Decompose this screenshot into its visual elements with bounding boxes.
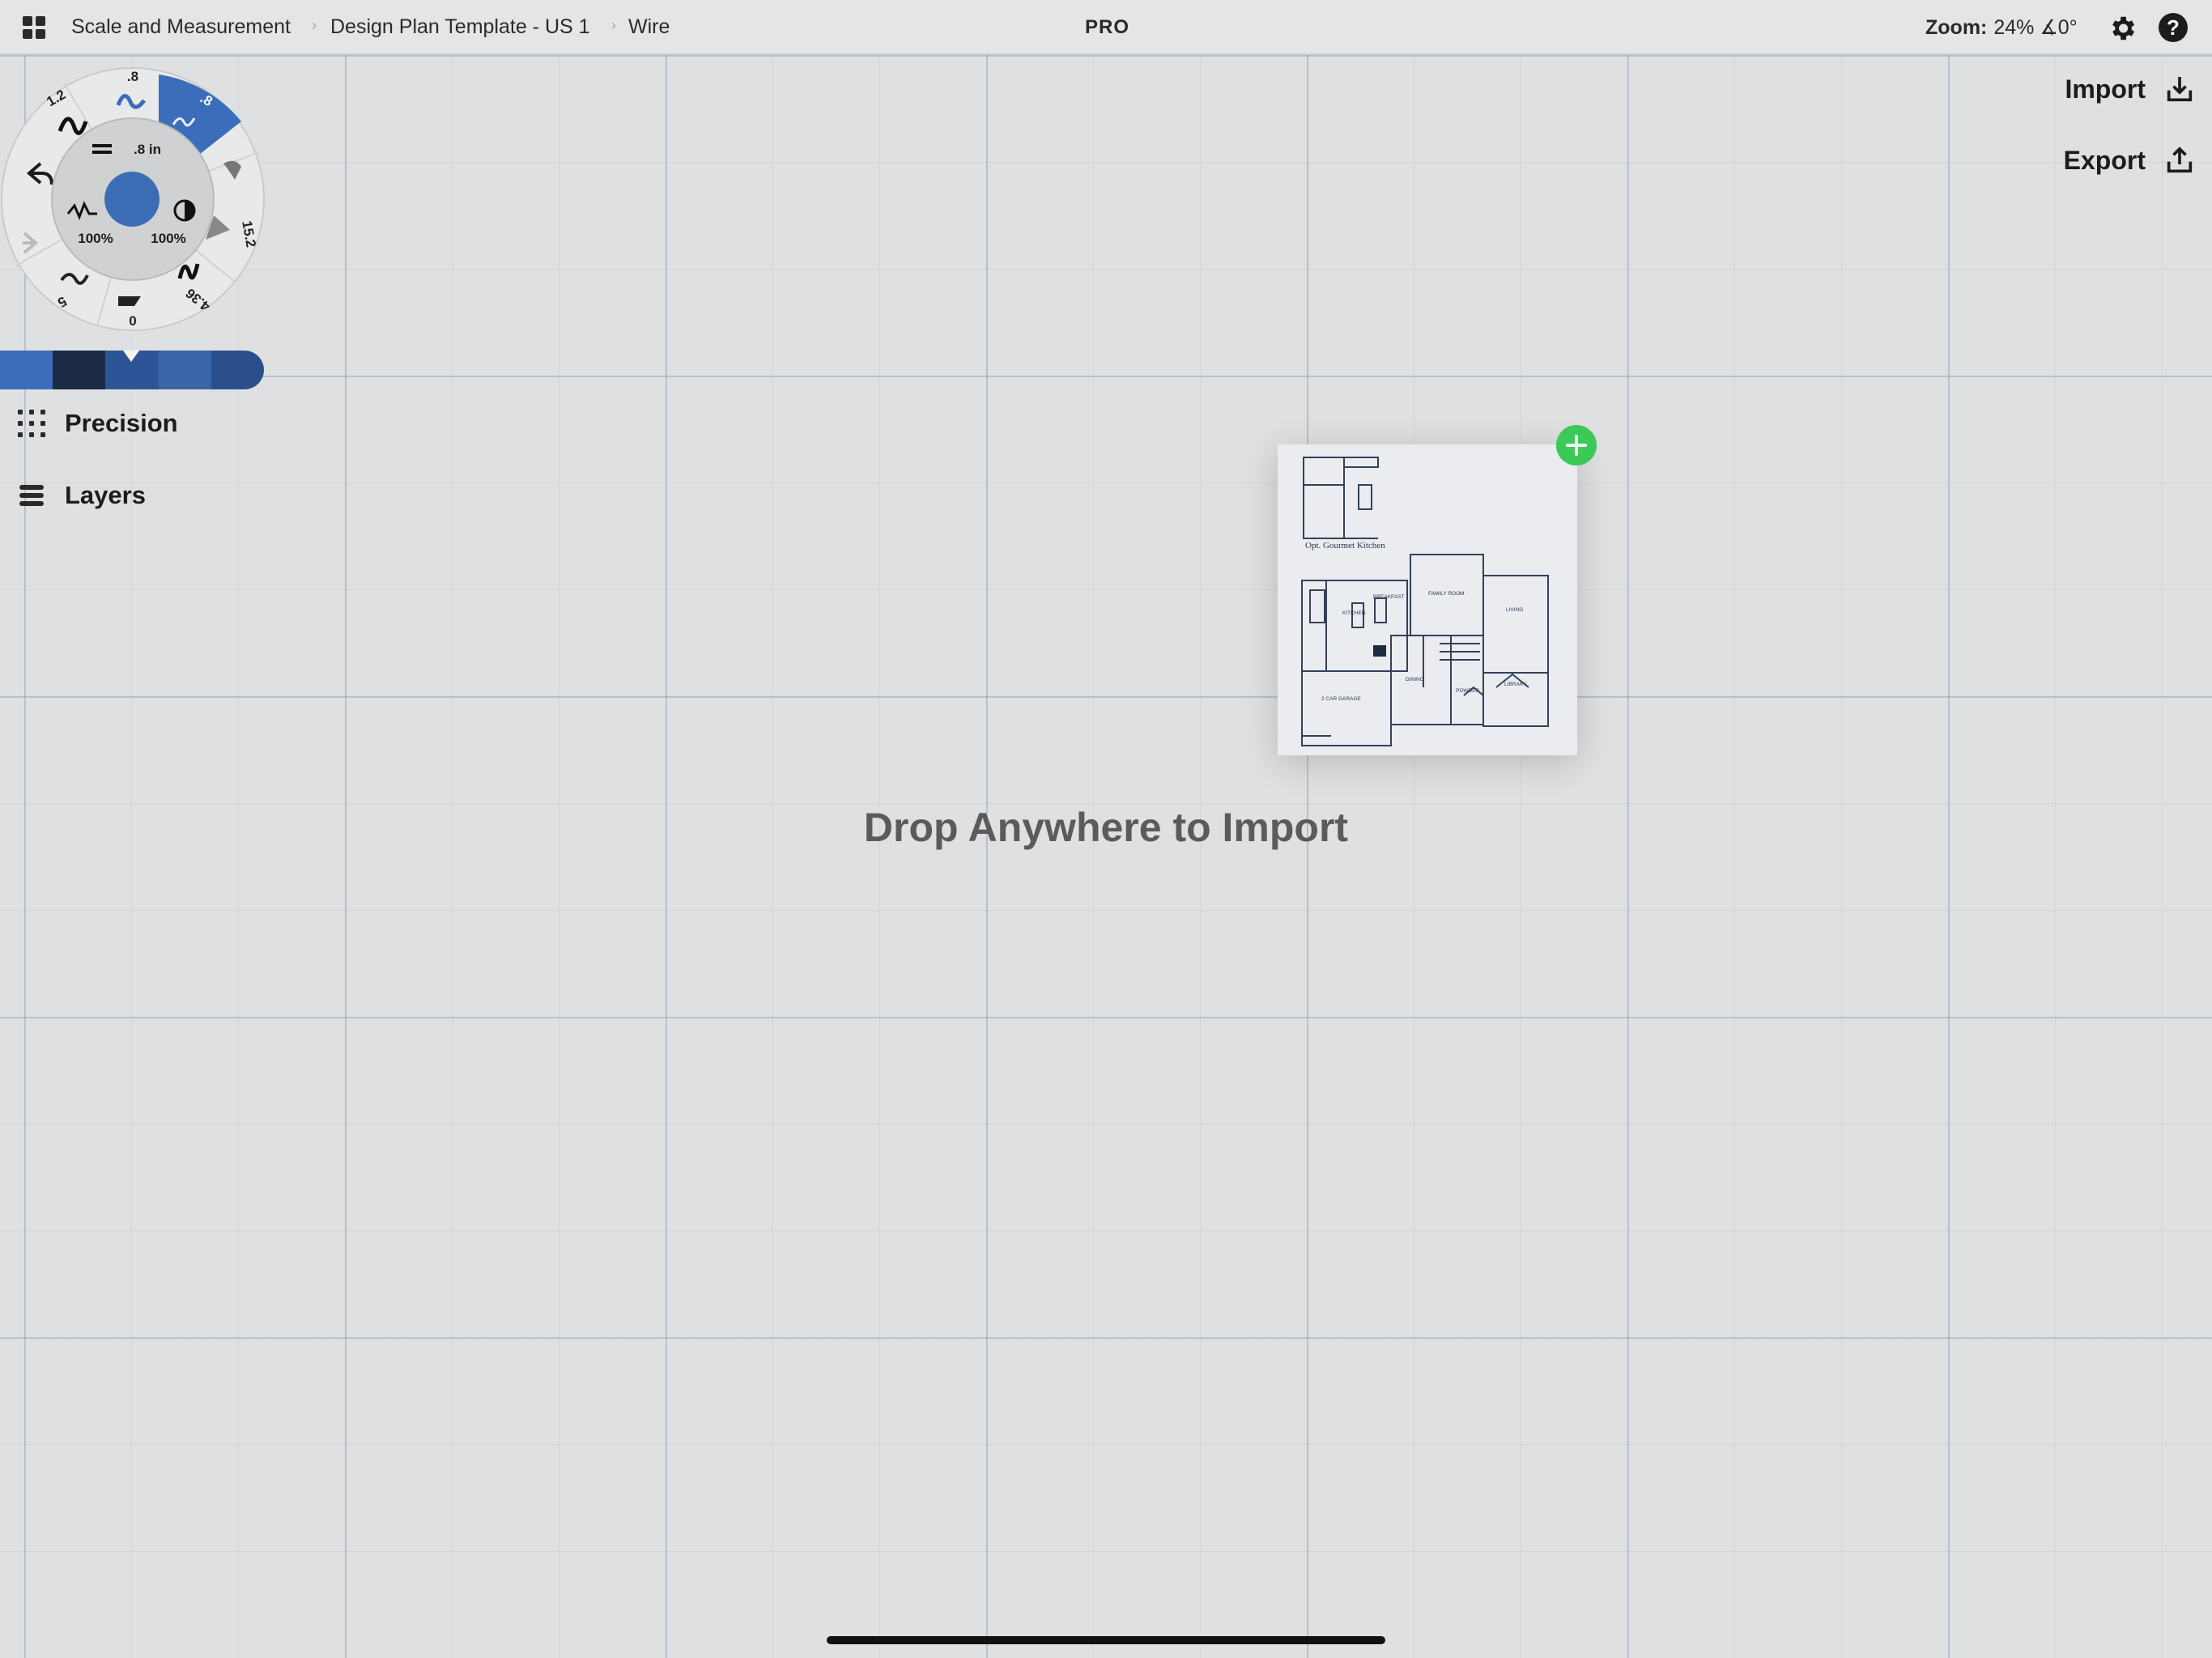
plan-room-label: LIBRARY [1504,682,1527,687]
home-indicator[interactable] [827,1636,1385,1644]
precision-menu[interactable]: Precision [18,409,178,438]
plan-room-label: KITCHEN [1342,610,1366,616]
drop-import-message: Drop Anywhere to Import [863,805,1349,850]
palette-pointer-icon [123,351,139,362]
import-icon [2167,77,2193,102]
eraser-value: 0 [129,313,136,329]
top-bar: Scale and Measurement › Design Plan Temp… [0,0,2212,55]
color-swatch[interactable] [53,351,106,389]
color-swatch[interactable] [158,351,211,389]
plan-room-label: BREAKFAST [1373,594,1404,600]
plan-room-label: POWDER [1456,688,1480,694]
opacity-value: 100% [151,231,185,246]
breadcrumb-drawing[interactable]: Design Plan Template - US 1 [330,15,590,39]
breadcrumb-layer[interactable]: Wire [628,15,670,39]
help-icon[interactable]: ? [2159,13,2188,42]
import-label: Import [2065,74,2146,104]
layers-label: Layers [65,481,146,509]
export-label: Export [2063,145,2146,175]
breadcrumb-chevron-icon: › [611,17,616,33]
breadcrumb-project[interactable]: Scale and Measurement [71,15,291,39]
plan-room-label: DINING [1406,677,1424,682]
tool-wheel[interactable]: .8 .8 1.2 15.2 4.36 5 0 .8 in 100% 100% [0,63,275,338]
add-plus-icon [1556,425,1597,466]
plan-room-label: 2 CAR GARAGE [1321,696,1361,702]
layers-menu[interactable]: Layers [18,481,146,510]
current-color-swatch[interactable] [104,172,160,227]
plan-room-label: FAMILY ROOM [1428,591,1465,597]
zoom-label: Zoom: [1925,16,1988,39]
zoom-indicator[interactable]: Zoom: 24% ∡0° [1925,15,2078,40]
breadcrumb-chevron-icon: › [312,17,317,33]
precision-label: Precision [65,409,178,437]
gear-icon[interactable] [2107,13,2138,44]
floor-plan-drawing: Opt. Gourmet Kitchen BREAKFAST FAMILY RO… [1301,457,1549,746]
plan-caption: Opt. Gourmet Kitchen [1305,541,1385,551]
precision-grid-icon [18,410,45,437]
import-button[interactable]: Import [2065,73,2196,105]
pro-badge[interactable]: PRO [1085,16,1129,39]
color-swatch[interactable] [211,351,264,389]
color-swatch[interactable] [0,351,53,389]
dragged-floorplan-image[interactable]: Opt. Gourmet Kitchen BREAKFAST FAMILY RO… [1278,444,1577,755]
apps-grid-icon[interactable] [23,16,47,40]
brush-size-label: .8 [127,69,138,84]
smoothing-value: 100% [78,231,113,246]
plan-room-label: LIVING [1506,607,1523,613]
zoom-value: 24% ∡0° [1993,16,2078,39]
size-lines-icon [92,151,112,154]
brush-size-value[interactable]: .8 in [134,142,161,157]
size-lines-icon [92,144,112,147]
export-button[interactable]: Export [2064,144,2196,176]
layers-icon [19,485,44,506]
export-icon [2167,147,2193,173]
